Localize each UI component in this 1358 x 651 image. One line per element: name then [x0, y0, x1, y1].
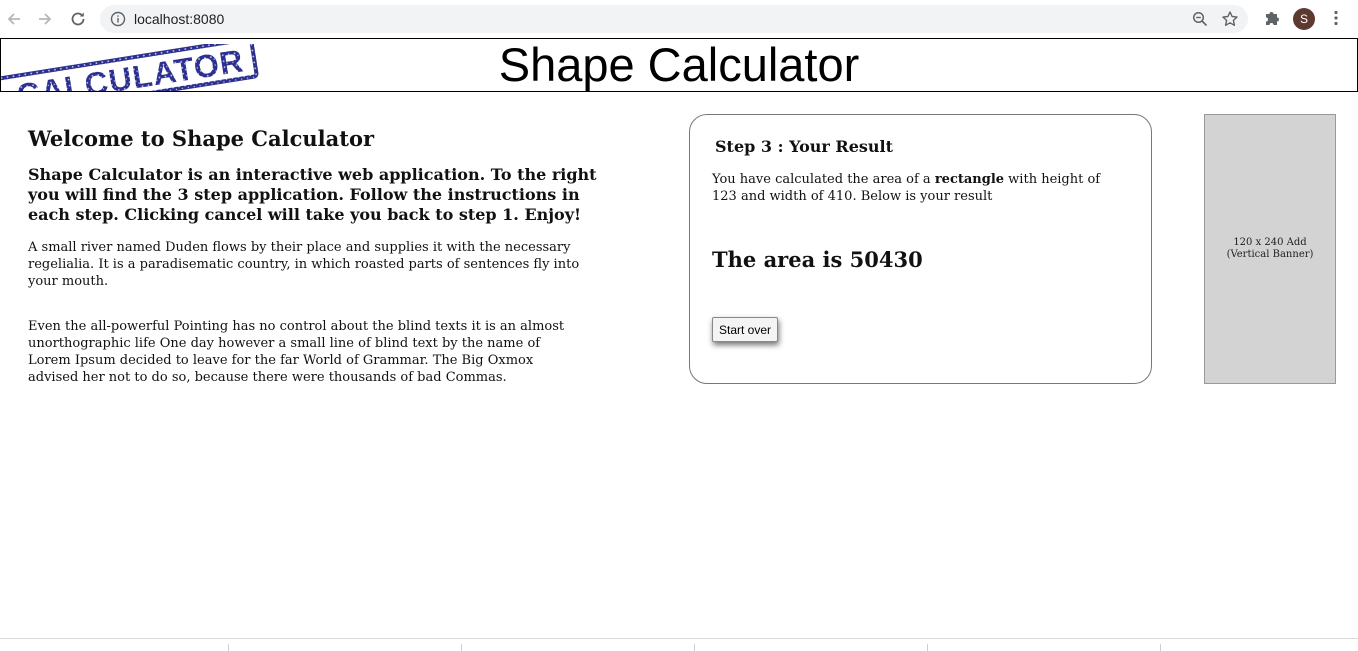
shape-name: rectangle — [934, 172, 1005, 187]
intro-section: Welcome to Shape Calculator Shape Calcul… — [28, 126, 598, 414]
reload-icon[interactable] — [67, 8, 89, 30]
browser-toolbar: localhost:8080 S — [0, 0, 1358, 39]
result-description: You have calculated the area of a rectan… — [712, 171, 1112, 205]
step-title: Step 3 : Your Result — [715, 137, 893, 156]
info-icon[interactable] — [110, 11, 126, 32]
forward-icon[interactable] — [34, 8, 56, 30]
intro-heading: Welcome to Shape Calculator — [28, 126, 375, 151]
intro-lead: Shape Calculator is an interactive web a… — [28, 165, 597, 224]
site-header: CALCULATOR Shape Calculator — [0, 38, 1358, 92]
ad-banner[interactable]: 120 x 240 Add (Vertical Banner) — [1204, 114, 1336, 384]
menu-icon[interactable] — [1327, 9, 1345, 32]
address-bar[interactable]: localhost:8080 — [100, 5, 1248, 33]
url-text[interactable]: localhost:8080 — [134, 11, 224, 27]
site-title: Shape Calculator — [498, 38, 860, 91]
area-result: The area is 50430 — [712, 247, 923, 272]
intro-paragraph-1: A small river named Duden flows by their… — [28, 240, 580, 289]
result-card: Step 3 : Your Result You have calculated… — [689, 114, 1152, 384]
star-icon[interactable] — [1221, 10, 1239, 33]
back-icon[interactable] — [3, 8, 25, 30]
desc-before: You have calculated the area of a — [712, 172, 935, 187]
extensions-icon[interactable] — [1263, 9, 1281, 32]
ad-size-label: 120 x 240 Add — [1233, 237, 1307, 248]
zoom-icon[interactable] — [1192, 11, 1208, 32]
ad-type-label: (Vertical Banner) — [1226, 249, 1314, 260]
start-over-button[interactable]: Start over — [712, 317, 779, 342]
intro-paragraph-2: Even the all-powerful Pointing has no co… — [28, 319, 565, 385]
profile-avatar[interactable]: S — [1293, 8, 1315, 30]
bottom-bar — [0, 638, 1358, 651]
